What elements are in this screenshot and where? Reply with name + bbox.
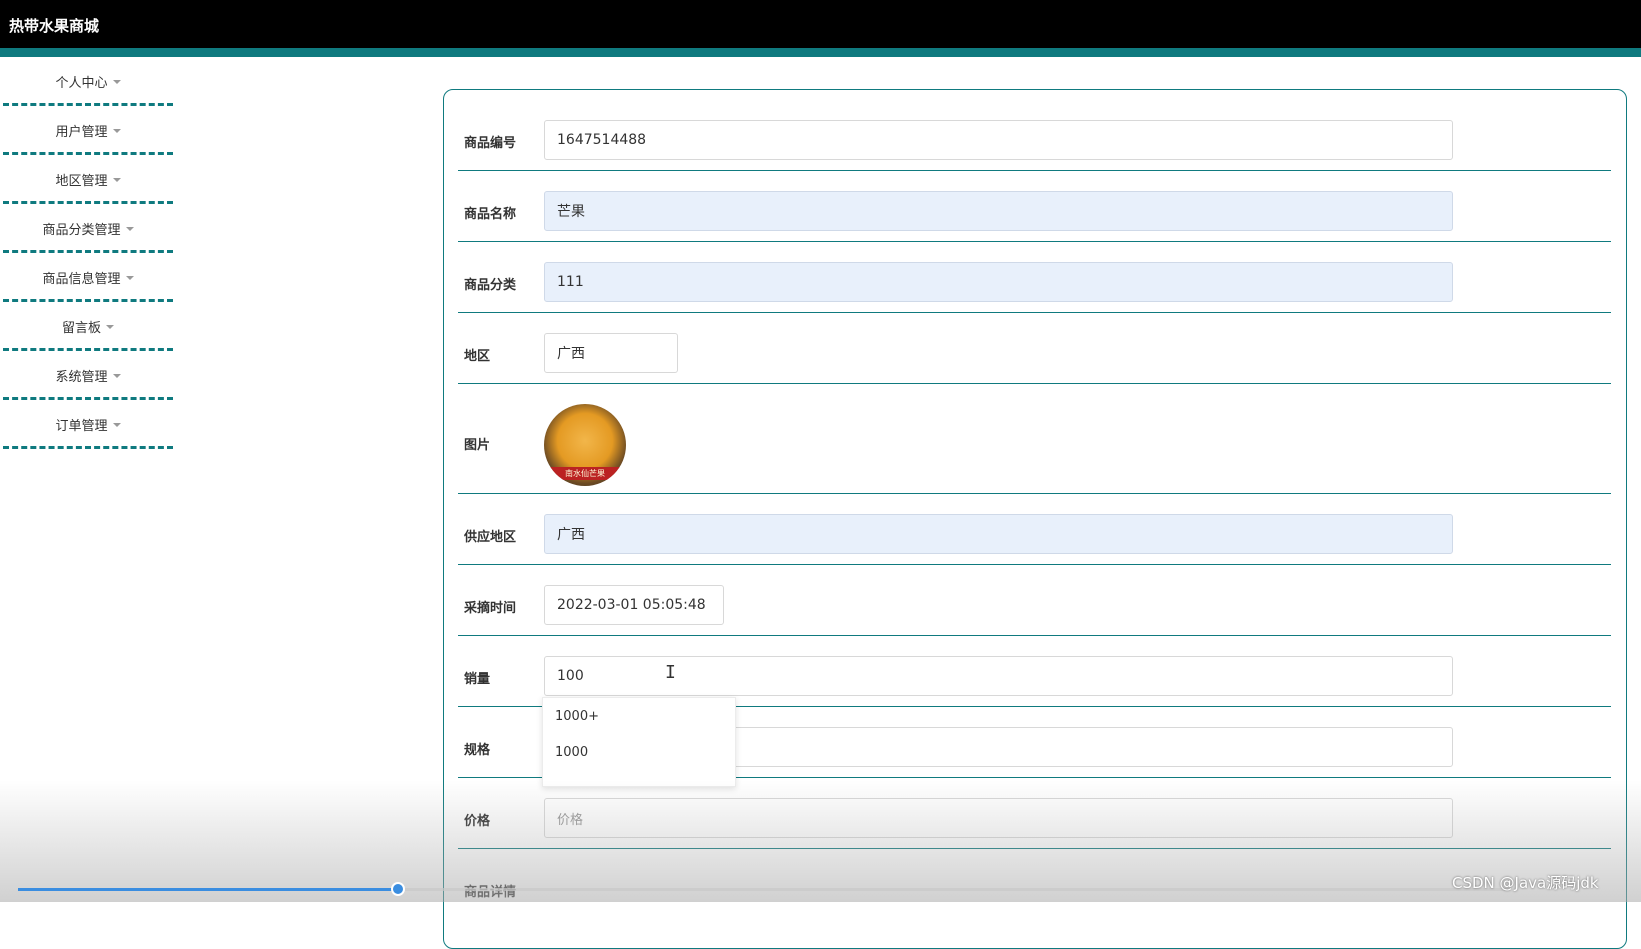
- field-label: 商品编号: [464, 136, 517, 151]
- form-row-region: 地区 广西: [458, 313, 1611, 384]
- field-label: 供应地区: [464, 530, 517, 545]
- field-label: 价格: [464, 814, 491, 829]
- caret-down-icon: [112, 79, 121, 84]
- form-row-product-name: 商品名称 芒果: [458, 171, 1611, 242]
- field-label: 规格: [464, 743, 491, 758]
- form-row-image: 图片 南水仙芒果: [458, 384, 1611, 494]
- sidebar-item-system-management[interactable]: 系统管理: [0, 351, 176, 400]
- region-select[interactable]: 广西: [544, 333, 678, 373]
- caret-down-icon: [112, 128, 121, 133]
- form-row-product-no: 商品编号 1647514488: [458, 98, 1611, 171]
- sidebar-item-product-management[interactable]: 商品信息管理: [0, 253, 176, 302]
- sidebar-item-message-board[interactable]: 留言板: [0, 302, 176, 351]
- autocomplete-option[interactable]: 1000+: [543, 698, 735, 734]
- video-progress-knob[interactable]: [390, 882, 405, 896]
- sidebar-item-label: 商品信息管理: [42, 272, 121, 287]
- field-label: 商品名称: [464, 207, 517, 222]
- sidebar-item-user-management[interactable]: 用户管理: [0, 106, 176, 155]
- autocomplete-option[interactable]: 1000: [543, 734, 735, 770]
- sidebar-item-region-management[interactable]: 地区管理: [0, 155, 176, 204]
- video-progress-fill: [18, 888, 398, 891]
- sidebar-item-personal-center[interactable]: 个人中心: [0, 57, 176, 106]
- field-label: 销量: [464, 672, 491, 687]
- sidebar-item-label: 系统管理: [55, 370, 108, 385]
- caret-down-icon: [112, 422, 121, 427]
- image-caption: 南水仙芒果: [544, 467, 626, 480]
- text-cursor-icon: I: [665, 662, 676, 683]
- autocomplete-dropdown: 1000+ 1000: [542, 697, 736, 787]
- field-label: 采摘时间: [464, 601, 517, 616]
- sidebar: 个人中心 用户管理 地区管理 商品分类管理 商品信息管理 留言板 系统管理 订单…: [0, 57, 176, 449]
- form-row-supply-region: 供应地区 广西: [458, 494, 1611, 565]
- caret-down-icon: [112, 177, 121, 182]
- caret-down-icon: [125, 275, 134, 280]
- price-input[interactable]: 价格: [544, 798, 1453, 838]
- sidebar-item-label: 用户管理: [55, 125, 108, 140]
- product-image[interactable]: 南水仙芒果: [544, 404, 626, 486]
- watermark: CSDN @Java源码jdk: [1452, 874, 1599, 892]
- form-row-details: 商品详情: [458, 849, 1611, 909]
- category-input[interactable]: 111: [544, 262, 1453, 302]
- product-name-input[interactable]: 芒果: [544, 191, 1453, 231]
- sidebar-item-order-management[interactable]: 订单管理: [0, 400, 176, 449]
- sales-input[interactable]: 100: [544, 656, 1453, 696]
- sidebar-item-label: 商品分类管理: [42, 223, 121, 238]
- sidebar-item-label: 订单管理: [55, 419, 108, 434]
- field-label: 商品分类: [464, 278, 517, 293]
- product-no-input[interactable]: 1647514488: [544, 120, 1453, 160]
- accent-strip: [0, 48, 1641, 57]
- caret-down-icon: [125, 226, 134, 231]
- video-progress-bar[interactable]: [18, 882, 1508, 896]
- sidebar-item-label: 地区管理: [55, 174, 108, 189]
- form-row-pick-time: 采摘时间 2022-03-01 05:05:48: [458, 565, 1611, 636]
- top-bar: 热带水果商城: [0, 0, 1641, 48]
- form-row-price: 价格 价格: [458, 778, 1611, 849]
- sidebar-item-label: 个人中心: [55, 76, 108, 91]
- field-label: 地区: [464, 349, 491, 364]
- app-title: 热带水果商城: [9, 17, 100, 35]
- caret-down-icon: [106, 324, 114, 329]
- caret-down-icon: [112, 373, 121, 378]
- pick-time-input[interactable]: 2022-03-01 05:05:48: [544, 585, 724, 625]
- form-row-category: 商品分类 111: [458, 242, 1611, 313]
- field-label: 图片: [464, 438, 491, 453]
- sidebar-item-label: 留言板: [61, 321, 101, 336]
- sidebar-item-category-management[interactable]: 商品分类管理: [0, 204, 176, 253]
- supply-region-input[interactable]: 广西: [544, 514, 1453, 554]
